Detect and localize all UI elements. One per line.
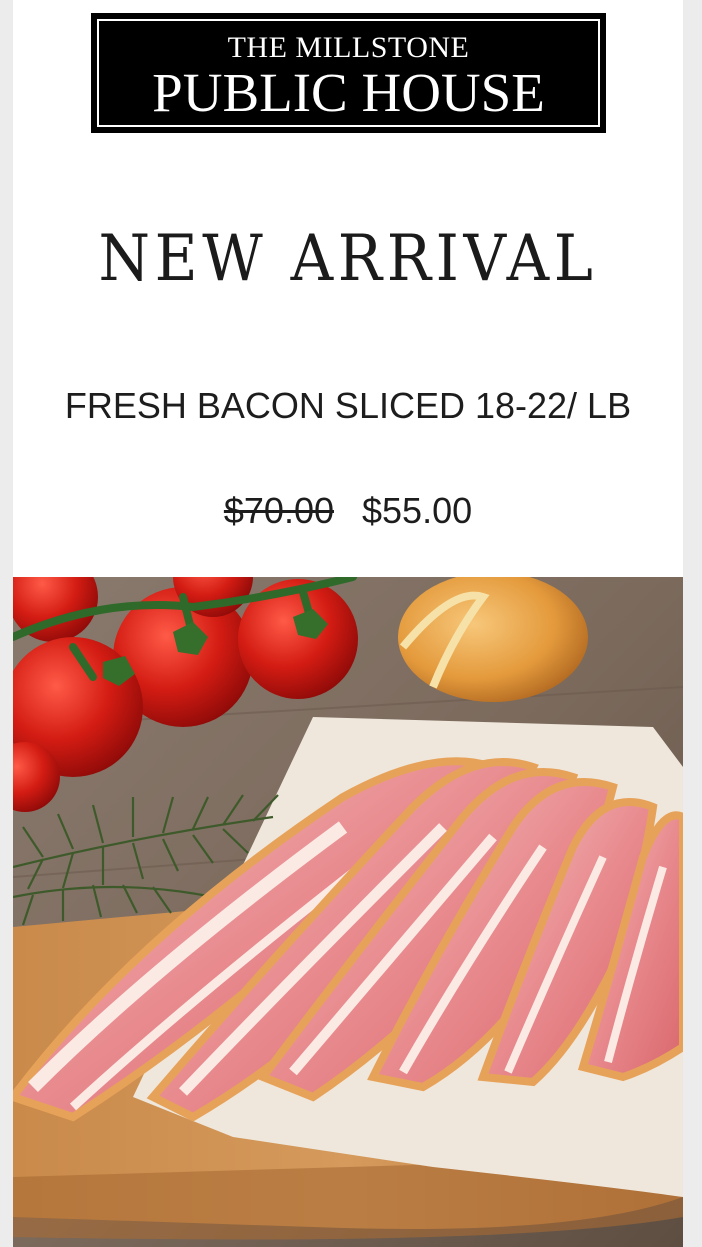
original-price: $70.00	[223, 490, 334, 531]
page-headline: NEW ARRIVAL	[98, 222, 598, 296]
sale-price: $55.00	[362, 490, 473, 531]
logo-line-top: THE MILLSTONE	[227, 31, 470, 64]
onion	[398, 577, 588, 702]
logo-line-bottom: PUBLIC HOUSE	[152, 62, 545, 123]
price-row: $70.00 $55.00	[13, 490, 683, 532]
product-page: THE MILLSTONE PUBLIC HOUSE NEW ARRIVAL F…	[13, 0, 683, 1247]
product-title[interactable]: FRESH BACON SLICED 18-22/ LB	[53, 380, 643, 432]
product-image[interactable]	[13, 577, 683, 1247]
brand-logo[interactable]: THE MILLSTONE PUBLIC HOUSE	[91, 13, 606, 133]
